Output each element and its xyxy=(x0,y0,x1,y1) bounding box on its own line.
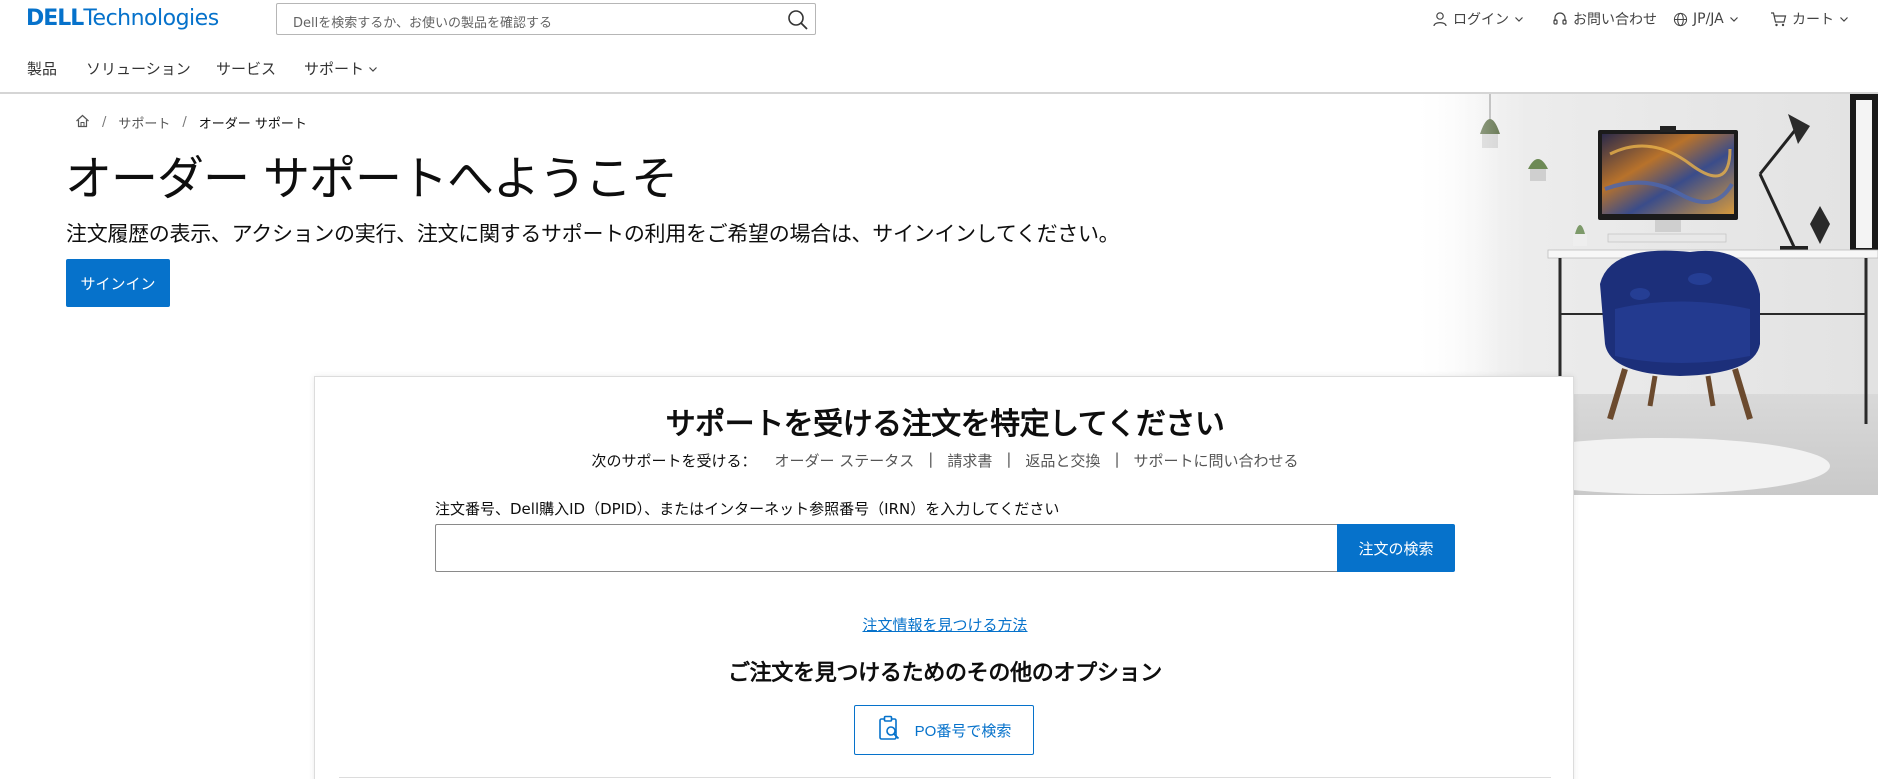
how-to-find-order-link[interactable]: 注文情報を見つける方法 xyxy=(315,614,1575,635)
contact-label: お問い合わせ xyxy=(1573,12,1657,28)
link-separator: | xyxy=(1006,450,1012,468)
login-menu[interactable]: ログイン xyxy=(1432,8,1524,30)
find-order-button[interactable]: 注文の検索 xyxy=(1337,524,1455,572)
breadcrumb-link-support[interactable]: サポート xyxy=(118,113,170,132)
order-lookup-card: サポートを受ける注文を特定してください 次のサポートを受ける： オーダー ステー… xyxy=(314,376,1574,779)
contact-link[interactable]: お問い合わせ xyxy=(1552,8,1657,30)
sign-in-button[interactable]: サインイン xyxy=(66,259,170,307)
card-divider xyxy=(339,777,1551,778)
login-label: ログイン xyxy=(1453,12,1509,28)
user-icon xyxy=(1432,11,1448,27)
link-separator: | xyxy=(928,450,934,468)
chevron-down-icon xyxy=(368,60,378,78)
main-nav: 製品 ソリューション サービス サポート xyxy=(0,52,1878,82)
locale-selector[interactable]: JP/JA xyxy=(1673,8,1739,30)
nav-item-solutions[interactable]: ソリューション xyxy=(86,58,191,79)
globe-icon xyxy=(1673,12,1688,27)
locale-label: JP/JA xyxy=(1693,11,1724,27)
home-icon[interactable] xyxy=(75,114,90,132)
nav-item-label: サポート xyxy=(304,60,365,78)
breadcrumb-separator: / xyxy=(102,115,107,130)
link-returns[interactable]: 返品と交換 xyxy=(1025,450,1100,471)
logo-light-text: Technologies xyxy=(83,6,219,31)
search-box[interactable]: Dellを検索するか、お使いの製品を確認する xyxy=(276,3,816,35)
link-contact-support[interactable]: サポートに問い合わせる xyxy=(1134,450,1299,471)
nav-item-label: 製品 xyxy=(27,60,58,78)
logo-bold-text: DELL xyxy=(26,6,84,31)
nav-item-label: サービス xyxy=(216,60,277,78)
breadcrumb: / サポート / オーダー サポート xyxy=(75,113,307,132)
link-invoice[interactable]: 請求書 xyxy=(947,450,992,471)
top-header: DELLTechnologies Dellを検索するか、お使いの製品を確認する … xyxy=(0,0,1878,40)
card-title: サポートを受ける注文を特定してください xyxy=(665,407,1225,442)
cart-icon xyxy=(1770,11,1787,27)
search-icon[interactable] xyxy=(787,9,809,31)
support-topics: 次のサポートを受ける： オーダー ステータス | 請求書 | 返品と交換 | サ… xyxy=(315,450,1575,471)
cart-label: カート xyxy=(1792,12,1834,28)
link-order-status[interactable]: オーダー ステータス xyxy=(775,450,915,471)
headset-icon xyxy=(1552,11,1568,27)
support-topics-lead: 次のサポートを受ける： xyxy=(591,452,757,470)
nav-item-support[interactable]: サポート xyxy=(304,58,378,79)
chevron-down-icon xyxy=(1839,14,1849,24)
po-search-label: PO番号で検索 xyxy=(914,722,1012,740)
hero-subtitle: 注文履歴の表示、アクションの実行、注文に関するサポートの利用をご希望の場合は、サ… xyxy=(66,222,1120,246)
order-number-input[interactable] xyxy=(435,524,1337,572)
breadcrumb-current: オーダー サポート xyxy=(198,117,307,132)
chevron-down-icon xyxy=(1729,14,1739,24)
po-search-button[interactable]: PO番号で検索 xyxy=(854,705,1034,755)
chevron-down-icon xyxy=(1514,14,1524,24)
breadcrumb-separator: / xyxy=(182,115,187,130)
nav-item-services[interactable]: サービス xyxy=(216,58,276,79)
nav-item-products[interactable]: 製品 xyxy=(27,58,57,79)
search-input[interactable]: Dellを検索するか、お使いの製品を確認する xyxy=(293,12,552,31)
page-title: オーダー サポートへようこそ xyxy=(65,152,678,207)
other-options-title: ご注文を見つけるためのその他のオプション xyxy=(727,661,1162,686)
order-number-label: 注文番号、Dell購入ID（DPID）、またはインターネット参照番号（IRN）を… xyxy=(435,500,1060,518)
nav-item-label: ソリューション xyxy=(86,60,191,78)
link-separator: | xyxy=(1114,450,1120,468)
cart-menu[interactable]: カート xyxy=(1770,8,1849,30)
clipboard-search-icon xyxy=(877,715,901,745)
dell-logo[interactable]: DELLTechnologies xyxy=(26,6,219,31)
